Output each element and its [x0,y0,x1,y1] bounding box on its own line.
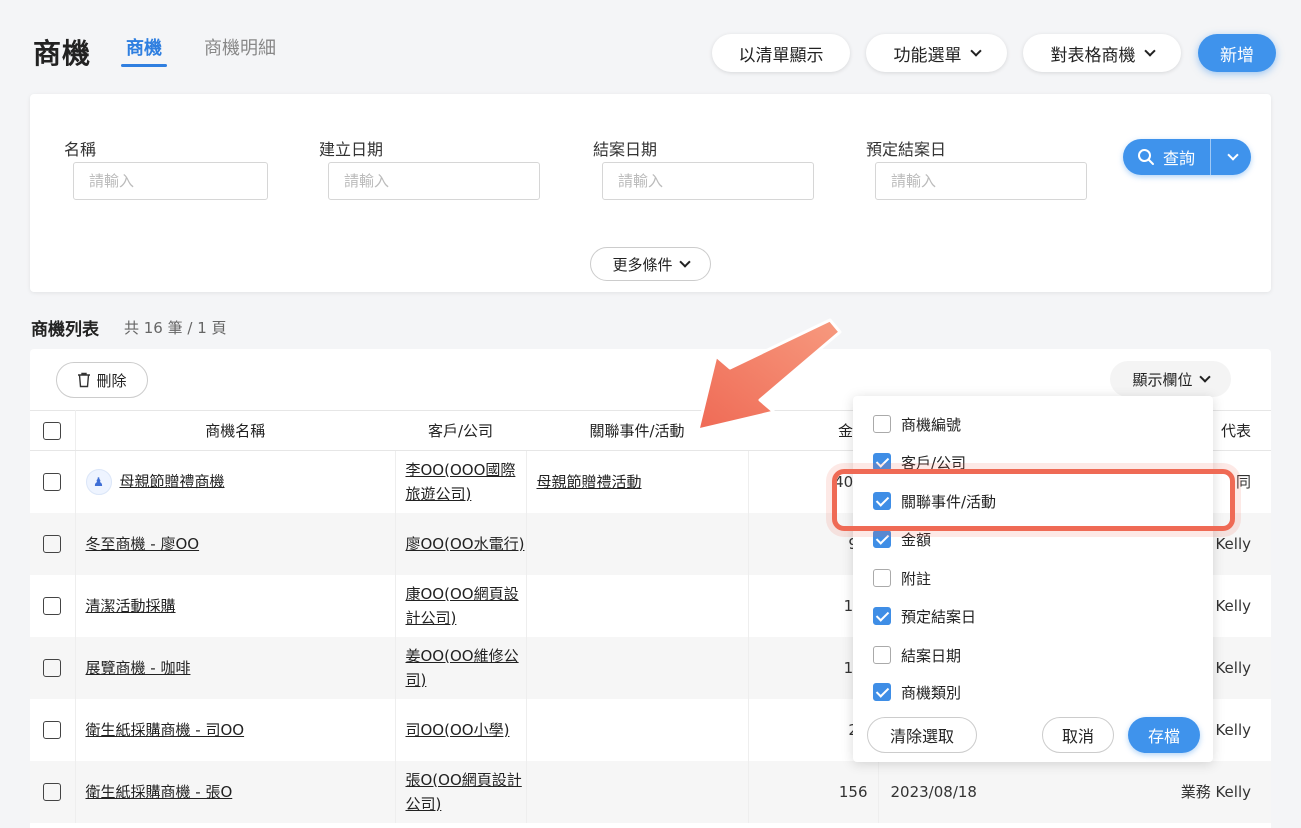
column-checkbox[interactable] [873,646,891,664]
opportunity-name-link[interactable]: 衛生紙採購商機 - 司OO [86,721,245,739]
row-checkbox[interactable] [43,596,62,615]
created-date-input[interactable]: 請輸入 [328,162,540,200]
clear-selection-label: 清除選取 [889,727,954,746]
page-title: 商機 [33,37,92,70]
column-option-label: 預定結案日 [901,607,977,626]
chevron-down-icon [1143,44,1156,57]
add-button[interactable]: 新增 [1198,34,1276,72]
function-menu-label: 功能選單 [893,45,962,66]
row-checkbox[interactable] [43,782,62,801]
opportunity-name-link[interactable]: 清潔活動採購 [86,597,176,615]
show-columns-menu: 商機編號 客戶/公司 關聯事件/活動 金額 附註 預定結案日 結案日期 商機類別… [853,396,1213,762]
list-view-label: 以清單顯示 [738,45,824,66]
row-checkbox[interactable] [43,534,62,553]
show-columns-button[interactable]: 顯示欄位 [1110,361,1231,397]
expected-close-input[interactable]: 請輸入 [875,162,1087,200]
name-input[interactable]: 請輸入 [73,162,268,200]
event-link[interactable]: 母親節贈禮活動 [537,473,642,491]
column-checkbox[interactable] [873,607,891,625]
col-header-customer[interactable]: 客戶/公司 [395,410,526,451]
row-checkbox[interactable] [43,473,62,491]
filter-label-closed: 結案日期 [593,140,658,159]
filter-label-created: 建立日期 [319,140,384,159]
tab-opportunity[interactable]: 商機 [121,34,167,67]
column-option[interactable]: 結案日期 [873,643,961,667]
search-icon [1138,149,1154,165]
column-checkbox[interactable] [873,415,891,433]
trash-icon [78,372,91,388]
closed-date-input[interactable]: 請輸入 [602,162,814,200]
query-label: 查詢 [1163,149,1196,168]
save-button[interactable]: 存檔 [1128,717,1200,753]
show-columns-label: 顯示欄位 [1132,370,1193,389]
add-label: 新增 [1220,45,1254,66]
clear-selection-button[interactable]: 清除選取 [867,717,977,753]
save-label: 存檔 [1147,727,1180,746]
chevron-down-icon [678,255,691,268]
customer-link[interactable]: 康OO(OO網頁設計公司) [406,585,519,627]
col-header-name[interactable]: 商機名稱 [75,410,395,451]
more-conditions-label: 更多條件 [612,255,673,274]
date-cell: 2023/08/18 [878,760,1084,823]
opportunity-name-link[interactable]: 衛生紙採購商機 - 張O [86,783,233,801]
amount-cell: 156 [748,760,879,823]
filter-label-name: 名稱 [64,140,97,159]
customer-link[interactable]: 廖OO(OO水電行) [406,535,525,553]
filter-label-expected: 預定結案日 [866,140,947,159]
select-all-checkbox[interactable] [43,421,62,440]
customer-link[interactable]: 李OO(OOO國際旅遊公司) [406,461,516,503]
list-title: 商機列表 [31,320,99,340]
cancel-label: 取消 [1061,727,1094,746]
delete-label: 刪除 [96,371,127,390]
column-option-label: 商機編號 [901,415,962,434]
column-option-label: 商機類別 [901,683,962,702]
more-conditions-button[interactable]: 更多條件 [590,247,711,281]
cancel-button[interactable]: 取消 [1042,717,1114,753]
column-checkbox[interactable] [873,530,891,548]
group-lock-icon: ♟ [85,468,112,495]
select-all-cell [30,410,76,451]
chevron-down-icon [1227,148,1239,161]
chevron-down-icon [1198,370,1211,383]
delete-button[interactable]: 刪除 [56,362,148,398]
opportunity-name-link[interactable]: 母親節贈禮商機 [120,472,225,490]
list-count: 共 16 筆 / 1 頁 [124,319,227,337]
tab-opportunity-detail[interactable]: 商機明細 [204,34,276,60]
opportunity-name-link[interactable]: 冬至商機 - 廖OO [86,535,200,553]
row-checkbox[interactable] [43,658,62,677]
column-checkbox[interactable] [873,683,891,701]
column-checkbox[interactable] [873,569,891,587]
column-option-label: 附註 [901,569,932,588]
owner-cell: 業務 Kelly [1083,760,1271,823]
row-checkbox[interactable] [43,720,62,739]
customer-link[interactable]: 司OO(OO小學) [406,721,510,739]
column-option[interactable]: 商機類別 [873,680,961,704]
function-menu-button[interactable]: 功能選單 [866,34,1007,72]
opportunity-name-link[interactable]: 展覽商機 - 咖啡 [86,659,191,677]
query-dropdown-toggle[interactable] [1211,148,1251,161]
list-view-button[interactable]: 以清單顯示 [712,34,850,72]
table-opportunity-label: 對表格商機 [1050,45,1136,66]
filter-panel: 名稱 請輸入 建立日期 請輸入 結案日期 請輸入 預定結案日 請輸入 查詢 更多… [30,94,1271,292]
query-button[interactable]: 查詢 [1123,139,1251,175]
highlight-box [832,469,1235,531]
table-row: 衛生紙採購商機 - 張O 張O(OO網頁設計公司) 156 2023/08/18… [30,760,1271,823]
column-option-label: 金額 [901,530,932,549]
pointer-arrow-icon [696,318,842,432]
column-option[interactable]: 附註 [873,566,931,590]
customer-link[interactable]: 姜OO(OO維修公司) [406,647,519,689]
column-option[interactable]: 商機編號 [873,412,961,436]
column-option[interactable]: 預定結案日 [873,604,976,628]
customer-link[interactable]: 張O(OO網頁設計公司) [406,771,522,813]
table-opportunity-button[interactable]: 對表格商機 [1023,34,1181,72]
chevron-down-icon [969,44,982,57]
column-option-label: 結案日期 [901,646,962,665]
